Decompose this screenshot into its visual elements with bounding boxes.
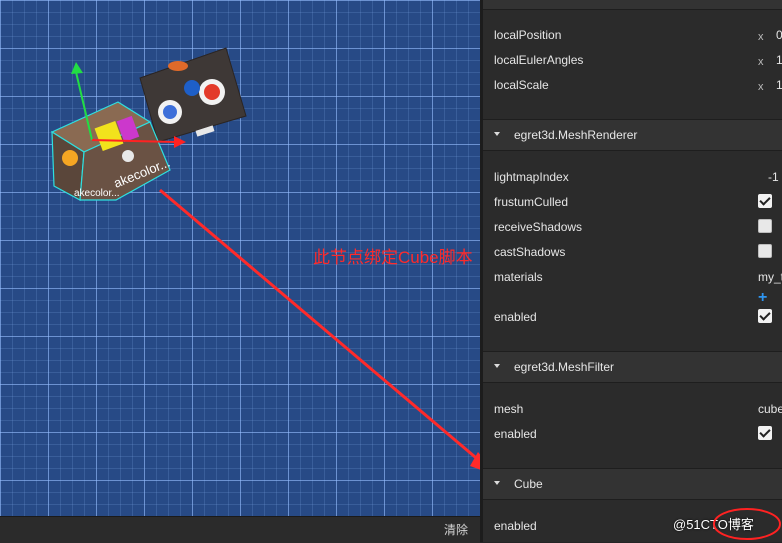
mesh-filter-header[interactable]: egret3d.MeshFilter xyxy=(483,351,782,383)
local-position-x-field[interactable]: 0 xyxy=(776,28,782,42)
y-axis-arrow-icon[interactable] xyxy=(71,62,83,74)
mesh-field[interactable]: cube xyxy=(758,402,782,416)
cast-shadows-checkbox[interactable] xyxy=(758,244,772,258)
mesh-renderer-enabled-label: enabled xyxy=(494,310,537,324)
x-axis-arrow-icon[interactable] xyxy=(174,136,186,148)
local-scale-label: localScale xyxy=(494,78,549,92)
local-position-label: localPosition xyxy=(494,28,562,42)
local-euler-angles-x-field[interactable]: 1 xyxy=(776,53,782,67)
local-scale-x-field[interactable]: 1 xyxy=(776,78,782,92)
scene-toolbar: 清除 xyxy=(0,516,480,543)
receive-shadows-label: receiveShadows xyxy=(494,220,583,234)
local-euler-angles-label: localEulerAngles xyxy=(494,53,584,67)
clear-button[interactable]: 清除 xyxy=(440,521,472,539)
materials-label: materials xyxy=(494,270,543,284)
collapse-arrow-icon[interactable] xyxy=(494,481,500,485)
add-icon[interactable]: + xyxy=(758,290,767,306)
collapse-arrow-icon[interactable] xyxy=(494,132,500,136)
mesh-label: mesh xyxy=(494,402,524,416)
mesh-filter-enabled-checkbox[interactable] xyxy=(758,426,772,440)
collapse-arrow-icon[interactable] xyxy=(494,364,500,368)
mesh-renderer-header[interactable]: egret3d.MeshRenderer xyxy=(483,119,782,151)
mesh-filter-title: egret3d.MeshFilter xyxy=(514,360,615,374)
inspector-panel: localPosition x 0 localEulerAngles x 1 l… xyxy=(483,0,782,542)
cube-label-side: akecolor... xyxy=(74,188,120,199)
annotation-arrow xyxy=(159,188,480,470)
materials-field[interactable]: my_t xyxy=(758,270,782,284)
annotation-text: 此节点绑定Cube脚本 xyxy=(313,248,473,267)
lightmap-index-label: lightmapIndex xyxy=(494,170,569,184)
lightmap-index-field[interactable]: -1 xyxy=(768,170,779,184)
cube-component-title: Cube xyxy=(514,477,543,491)
mesh-renderer-title: egret3d.MeshRenderer xyxy=(514,128,638,142)
local-scale-axis: x xyxy=(758,81,764,93)
cast-shadows-label: castShadows xyxy=(494,245,566,259)
receive-shadows-checkbox[interactable] xyxy=(758,219,772,233)
cube-enabled-label: enabled xyxy=(494,519,537,533)
frustum-culled-checkbox[interactable] xyxy=(758,194,772,208)
transform-header[interactable] xyxy=(483,0,782,10)
frustum-culled-label: frustumCulled xyxy=(494,195,569,209)
textured-plane[interactable] xyxy=(139,47,247,143)
watermark: @51CTO博客 xyxy=(673,517,754,532)
mesh-renderer-enabled-checkbox[interactable] xyxy=(758,309,772,323)
local-position-axis: x xyxy=(758,31,764,43)
local-euler-angles-axis: x xyxy=(758,56,764,68)
cube-component-header[interactable]: Cube xyxy=(483,468,782,500)
mesh-filter-enabled-label: enabled xyxy=(494,427,537,441)
